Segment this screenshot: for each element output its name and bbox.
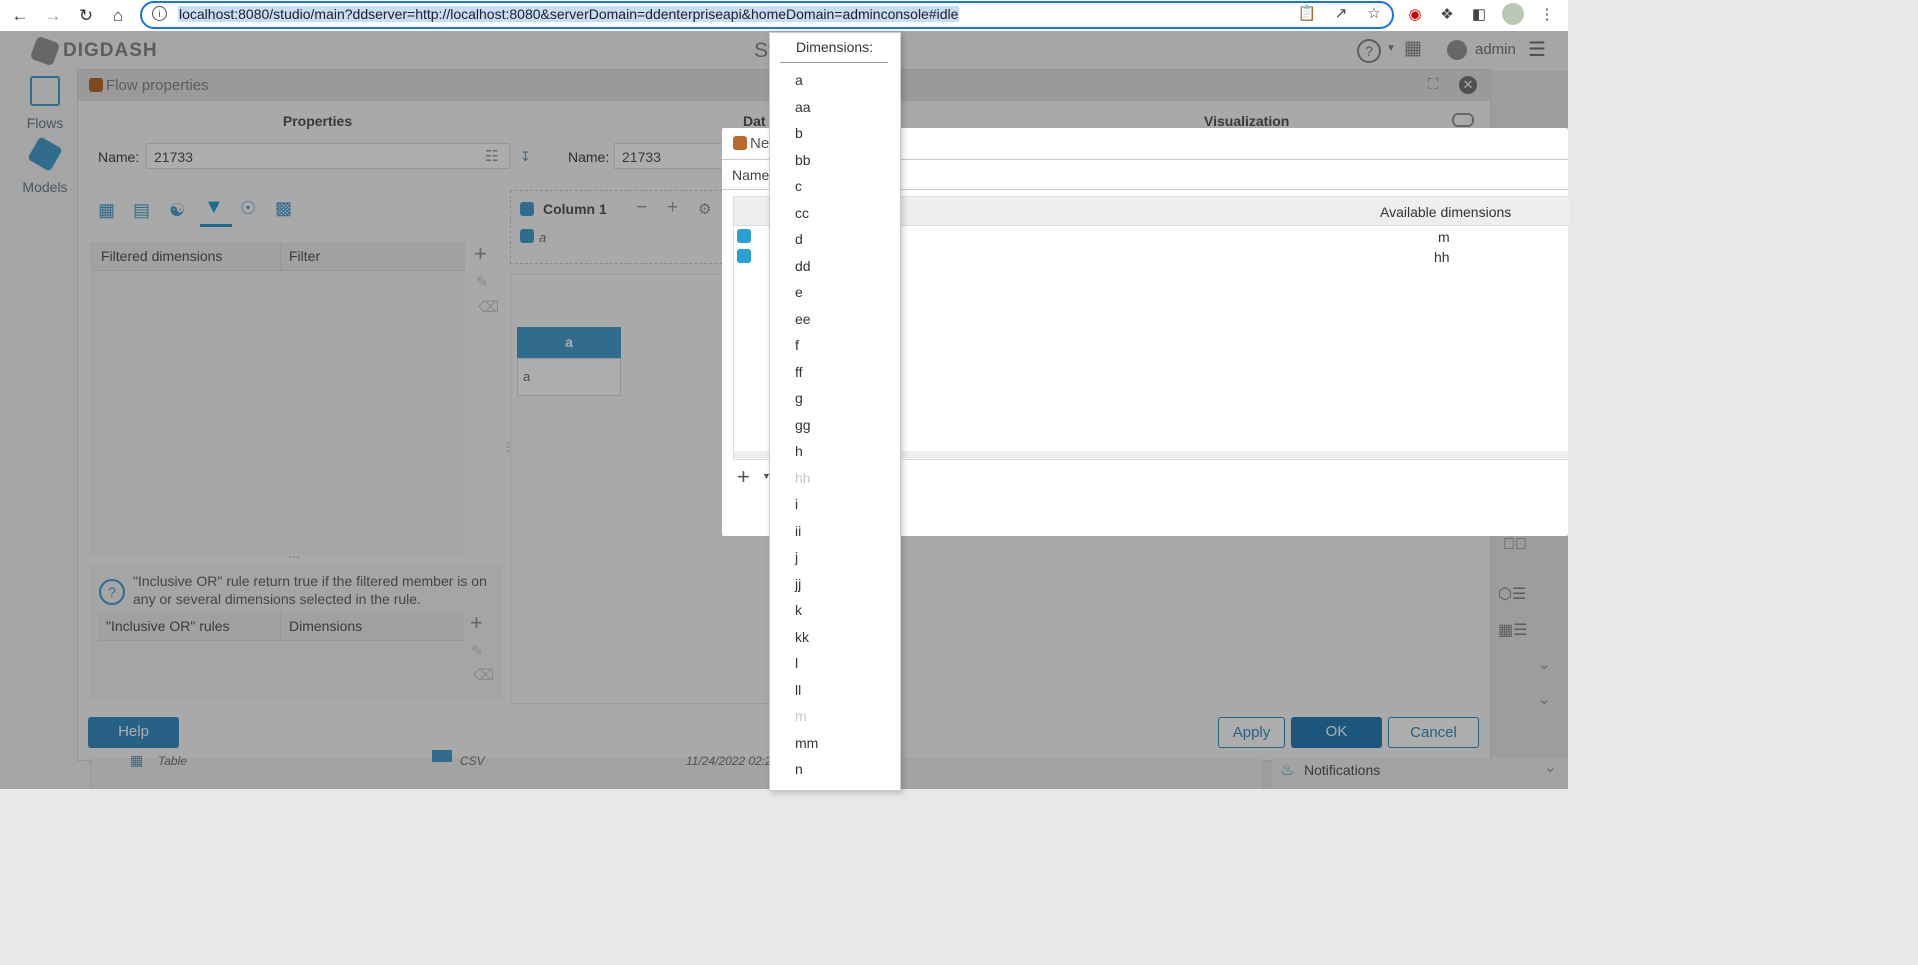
side-panel-icon[interactable]: ◧ bbox=[1468, 4, 1490, 26]
dimension-option[interactable]: f bbox=[770, 332, 900, 359]
dimension-option[interactable]: cc bbox=[770, 200, 900, 227]
puzzle-extensions-icon[interactable]: ❖ bbox=[1436, 4, 1458, 26]
dropdown-header-label: Dimensions: bbox=[796, 39, 874, 55]
dimension-option[interactable]: k bbox=[770, 597, 900, 624]
dimension-option[interactable]: aa bbox=[770, 94, 900, 121]
clipboard-icon[interactable]: 📋 bbox=[1296, 3, 1318, 25]
cube-icon bbox=[737, 229, 751, 243]
dimension-option[interactable]: ll bbox=[770, 677, 900, 704]
dimension-option[interactable]: g bbox=[770, 385, 900, 412]
browser-menu-icon[interactable]: ⋮ bbox=[1536, 4, 1558, 26]
dimension-option[interactable]: b bbox=[770, 120, 900, 147]
back-arrow-icon[interactable]: ← bbox=[8, 4, 32, 28]
dimension-option[interactable]: n bbox=[770, 756, 900, 783]
dimension-option[interactable]: dd bbox=[770, 253, 900, 280]
dialog-title: Ne bbox=[750, 135, 770, 152]
dimension-option[interactable]: gg bbox=[770, 412, 900, 439]
dimension-option[interactable]: e bbox=[770, 279, 900, 306]
dimension-option: hh bbox=[795, 469, 811, 486]
share-icon[interactable]: ↗ bbox=[1330, 3, 1352, 25]
site-info-icon[interactable]: i bbox=[152, 6, 167, 21]
dimension-option[interactable]: mm bbox=[770, 730, 900, 757]
dimension-option[interactable]: i bbox=[770, 491, 900, 518]
reload-icon[interactable]: ↻ bbox=[74, 4, 98, 28]
dimension-option[interactable]: kk bbox=[770, 624, 900, 651]
dimension-list: a aa b bb c cc d dd e ee f ff g gg h hh i ii j jj k kk l ll m mm n bbox=[770, 67, 900, 783]
dialog-icon bbox=[733, 136, 747, 150]
dimension-option[interactable]: ii bbox=[770, 518, 900, 545]
dimension-option[interactable]: l bbox=[770, 650, 900, 677]
available-value[interactable]: m bbox=[1438, 229, 1450, 245]
dimension-option: m bbox=[795, 708, 807, 724]
forward-arrow-icon[interactable]: → bbox=[41, 4, 65, 28]
browser-toolbar: ← → ↻ ⌂ i localhost:8080/studio/main?dds… bbox=[0, 0, 1568, 32]
dimension-option[interactable]: jj bbox=[770, 571, 900, 598]
dimension-option[interactable]: a bbox=[770, 67, 900, 94]
dimensions-dropdown: Dimensions: a aa b bb c cc d dd e ee f ff g gg h hh i ii j… bbox=[769, 32, 901, 791]
cube-icon bbox=[737, 249, 751, 263]
available-value[interactable]: hh bbox=[1434, 249, 1450, 265]
address-bar[interactable]: i localhost:8080/studio/main?ddserver=ht… bbox=[140, 1, 1394, 29]
bookmark-star-icon[interactable]: ☆ bbox=[1363, 3, 1385, 25]
url-text[interactable]: localhost:8080/studio/main?ddserver=http… bbox=[178, 6, 960, 22]
dimension-option[interactable]: bb bbox=[770, 147, 900, 174]
dimension-option[interactable]: c bbox=[770, 173, 900, 200]
dropdown-header: Dimensions: bbox=[770, 33, 900, 63]
home-icon[interactable]: ⌂ bbox=[106, 4, 130, 28]
add-icon[interactable]: + bbox=[737, 464, 750, 490]
dimension-option[interactable]: j bbox=[770, 544, 900, 571]
column-header[interactable]: Available dimensions bbox=[1380, 204, 1511, 220]
profile-avatar[interactable] bbox=[1502, 3, 1524, 25]
dimension-option[interactable]: h bbox=[770, 438, 900, 465]
dimension-option[interactable]: d bbox=[770, 226, 900, 253]
extension-icon[interactable]: ◉ bbox=[1404, 4, 1426, 26]
name-label: Name bbox=[732, 167, 770, 183]
dimension-option[interactable]: ff bbox=[770, 359, 900, 386]
dimension-option[interactable]: ee bbox=[770, 306, 900, 333]
